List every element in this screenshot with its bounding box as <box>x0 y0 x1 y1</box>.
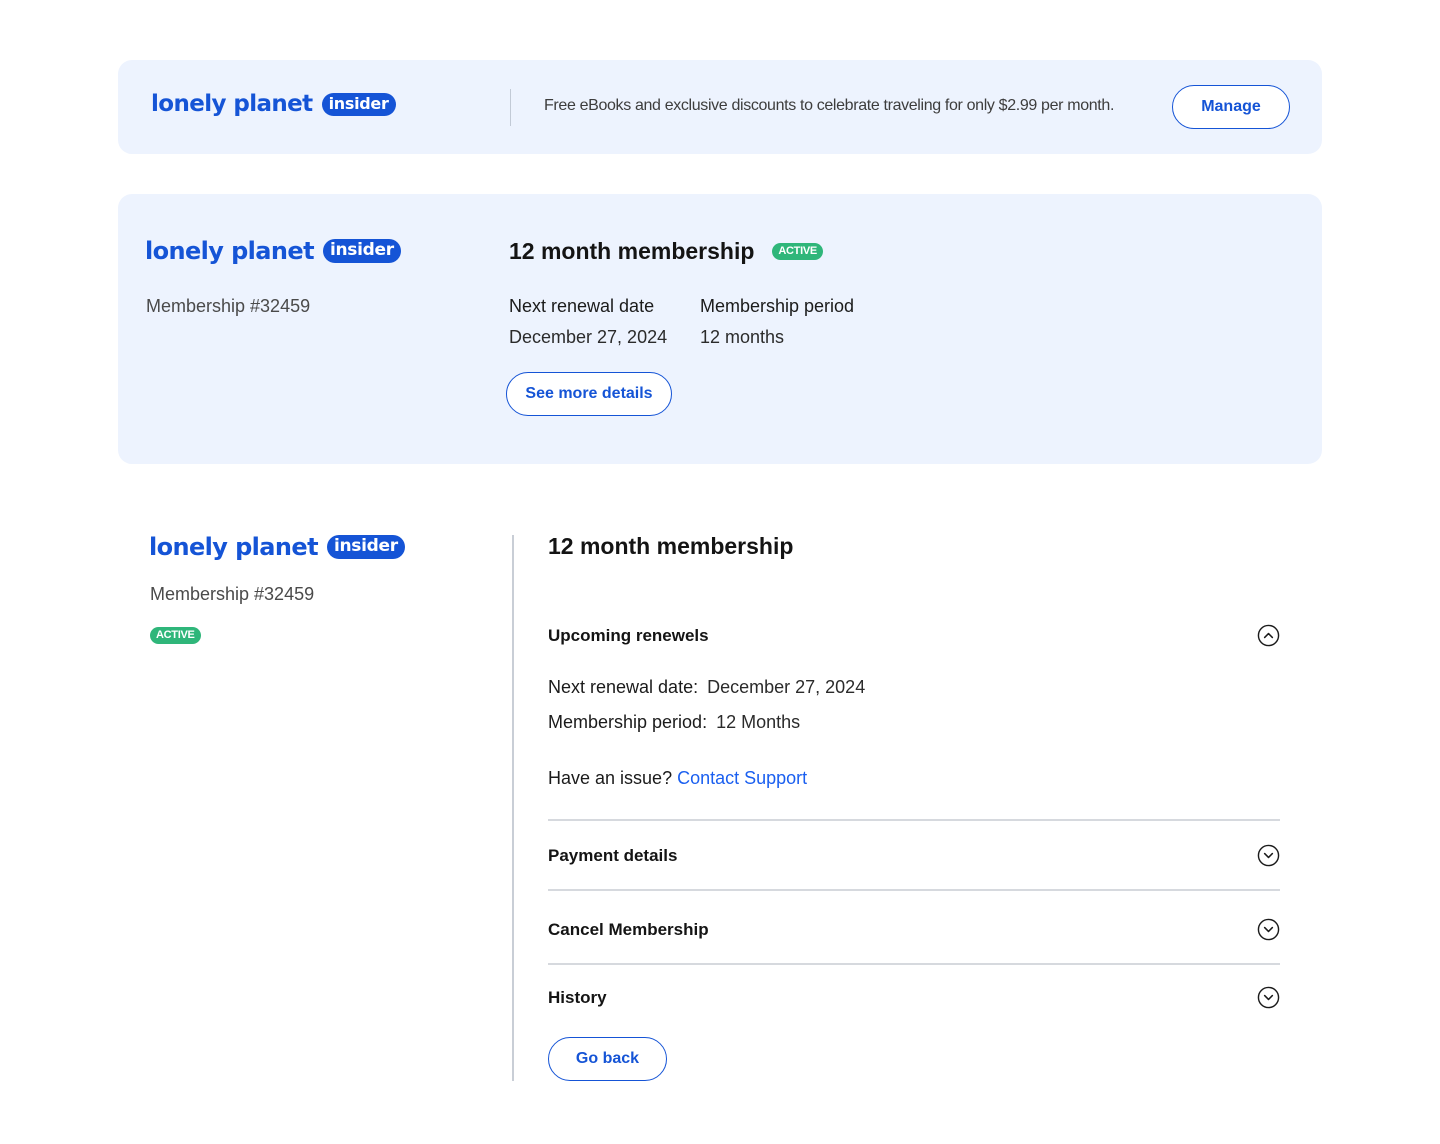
logo-wordmark: lonely planet <box>151 91 313 117</box>
renewal-period-value: 12 Months <box>716 712 801 732</box>
logo-insider-badge: insider <box>322 239 401 263</box>
renewal-period-row: Membership period: 12 Months <box>548 712 800 733</box>
go-back-button[interactable]: Go back <box>548 1037 667 1081</box>
membership-period-block: Membership period 12 months <box>700 296 854 348</box>
manage-button[interactable]: Manage <box>1172 85 1290 129</box>
status-badge: ACTIVE <box>772 243 823 260</box>
chevron-down-circle-icon <box>1257 844 1280 867</box>
logo-insider-badge: insider <box>326 535 405 559</box>
plan-header: 12 month membership ACTIVE <box>509 238 823 265</box>
accordion-label: Upcoming renewels <box>548 625 709 645</box>
renewal-period-label: Membership period: <box>548 712 708 732</box>
lonely-planet-insider-logo: lonely planet insider <box>145 239 401 263</box>
renewal-next-label: Next renewal date: <box>548 677 699 697</box>
next-renewal-block: Next renewal date December 27, 2024 <box>509 296 667 348</box>
chevron-down-circle-icon <box>1257 918 1280 941</box>
plan-title: 12 month membership <box>509 238 755 264</box>
membership-number: Membership #32459 <box>146 296 311 316</box>
logo-wordmark: lonely planet <box>149 533 319 561</box>
lonely-planet-insider-logo: lonely planet insider <box>151 93 396 116</box>
renewal-next-value: December 27, 2024 <box>707 677 866 697</box>
accordion-cancel-membership[interactable]: Cancel Membership <box>548 918 1280 941</box>
lonely-planet-insider-logo: lonely planet insider <box>149 535 405 559</box>
banner-divider <box>510 89 511 126</box>
insider-promo-banner: lonely planet insider Free eBooks and ex… <box>118 60 1322 154</box>
membership-period-value: 12 months <box>700 327 785 347</box>
accordion-history[interactable]: History <box>548 986 1280 1009</box>
promo-text: Free eBooks and exclusive discounts to c… <box>544 97 1115 114</box>
next-renewal-value: December 27, 2024 <box>509 327 668 347</box>
support-row: Have an issue? Contact Support <box>548 768 807 789</box>
contact-support-link[interactable]: Contact Support <box>677 768 807 788</box>
accordion-divider <box>548 963 1280 965</box>
next-renewal-label: Next renewal date <box>509 296 655 316</box>
renewal-next-date-row: Next renewal date: December 27, 2024 <box>548 677 865 698</box>
accordion-divider <box>548 819 1280 821</box>
detail-plan-title: 12 month membership <box>548 533 794 559</box>
chevron-up-circle-icon <box>1257 624 1280 647</box>
logo-insider-badge: insider <box>321 93 396 116</box>
logo-wordmark: lonely planet <box>145 237 315 265</box>
membership-period-label: Membership period <box>700 296 855 316</box>
status-badge: ACTIVE <box>150 627 201 644</box>
accordion-divider <box>548 889 1280 891</box>
membership-number: Membership #32459 <box>150 584 315 604</box>
chevron-down-circle-icon <box>1257 986 1280 1009</box>
section-divider <box>512 535 514 1081</box>
issue-text: Have an issue? <box>548 768 673 788</box>
accordion-payment-details[interactable]: Payment details <box>548 844 1280 867</box>
accordion-label: Cancel Membership <box>548 919 709 939</box>
accordion-label: History <box>548 987 607 1007</box>
membership-summary-card: lonely planet insider Membership #32459 … <box>118 194 1322 464</box>
see-more-details-button[interactable]: See more details <box>506 372 672 416</box>
accordion-upcoming-renewals[interactable]: Upcoming renewels <box>548 624 1280 647</box>
accordion-label: Payment details <box>548 845 678 865</box>
